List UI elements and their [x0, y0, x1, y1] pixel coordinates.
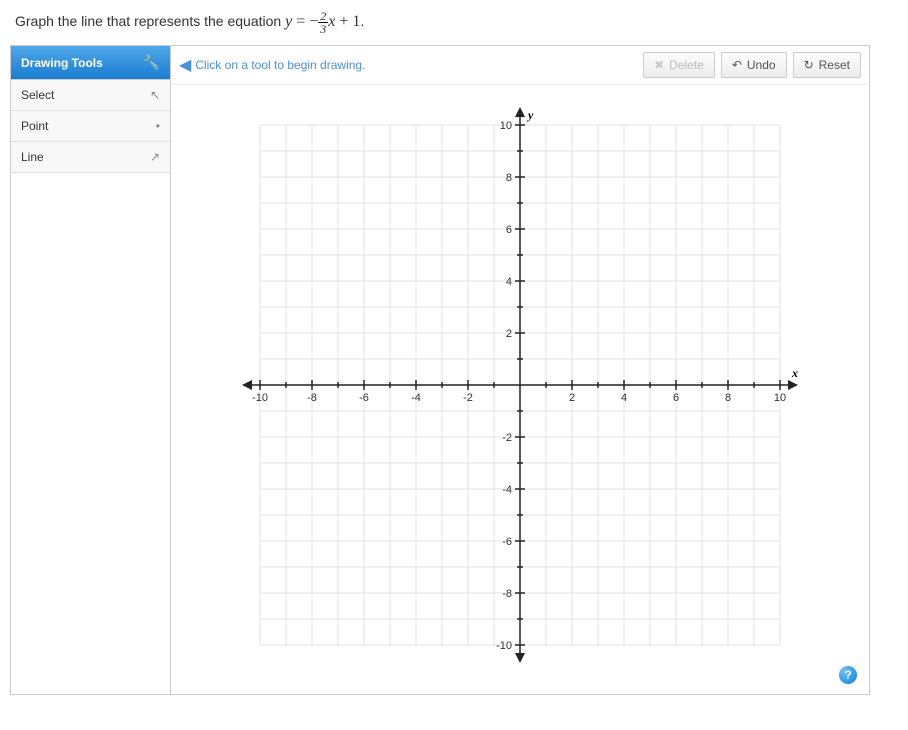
toolbar: ◀ Click on a tool to begin drawing. ✖ De… [171, 46, 869, 85]
svg-text:-4: -4 [411, 392, 421, 404]
svg-text:-8: -8 [502, 588, 512, 600]
svg-text:6: 6 [506, 224, 512, 236]
svg-text:-6: -6 [502, 536, 512, 548]
svg-text:10: 10 [500, 120, 512, 132]
svg-text:2: 2 [506, 328, 512, 340]
canvas-area: ◀ Click on a tool to begin drawing. ✖ De… [171, 46, 869, 694]
question-text: Graph the line that represents the equat… [0, 0, 908, 45]
reset-button[interactable]: ↻ Reset [793, 52, 861, 78]
plane-svg[interactable]: -10 -8 -6 -4 -2 2 4 6 8 10 -10 -8 -6 -4 -2 2 4 6 8 10 x y [240, 105, 800, 665]
svg-text:y: y [526, 108, 534, 122]
svg-text:4: 4 [621, 392, 627, 404]
line-icon: ↗ [150, 150, 160, 164]
tool-line[interactable]: Line ↗ [11, 142, 170, 173]
svg-text:-8: -8 [307, 392, 317, 404]
graphing-app: Drawing Tools 🔧 Select ↖ Point • Line ↗ … [10, 45, 870, 695]
sidebar-header: Drawing Tools 🔧 [11, 46, 170, 80]
svg-text:4: 4 [506, 276, 512, 288]
tool-label: Select [21, 88, 54, 102]
undo-button[interactable]: ↶ Undo [721, 52, 787, 78]
svg-text:8: 8 [725, 392, 731, 404]
hint-text: ◀ Click on a tool to begin drawing. [179, 55, 637, 75]
point-icon: • [156, 119, 160, 133]
svg-text:-10: -10 [496, 640, 512, 652]
sidebar: Drawing Tools 🔧 Select ↖ Point • Line ↗ [11, 46, 171, 694]
svg-text:10: 10 [774, 392, 786, 404]
svg-text:8: 8 [506, 172, 512, 184]
coordinate-plane[interactable]: -10 -8 -6 -4 -2 2 4 6 8 10 -10 -8 -6 -4 -2 2 4 6 8 10 x y [240, 105, 800, 665]
svg-text:-10: -10 [252, 392, 268, 404]
question-prefix: Graph the line that represents the equat… [15, 13, 285, 29]
cursor-icon: ↖ [150, 88, 160, 102]
svg-text:2: 2 [569, 392, 575, 404]
delete-button[interactable]: ✖ Delete [643, 52, 715, 78]
reset-icon: ↻ [804, 58, 814, 72]
help-button[interactable]: ? [839, 666, 857, 684]
tool-label: Line [21, 150, 44, 164]
tool-select[interactable]: Select ↖ [11, 80, 170, 111]
caret-left-icon: ◀ [179, 55, 191, 75]
undo-icon: ↶ [732, 58, 742, 72]
svg-text:-2: -2 [502, 432, 512, 444]
svg-text:6: 6 [673, 392, 679, 404]
delete-icon: ✖ [654, 58, 664, 72]
equation: y = −23x + 1 [285, 10, 360, 35]
tool-point[interactable]: Point • [11, 111, 170, 142]
svg-text:-2: -2 [463, 392, 473, 404]
svg-text:x: x [791, 366, 798, 380]
sidebar-title: Drawing Tools [21, 56, 103, 70]
svg-text:-4: -4 [502, 484, 512, 496]
svg-text:-6: -6 [359, 392, 369, 404]
tool-label: Point [21, 119, 48, 133]
wrench-icon[interactable]: 🔧 [143, 54, 160, 71]
